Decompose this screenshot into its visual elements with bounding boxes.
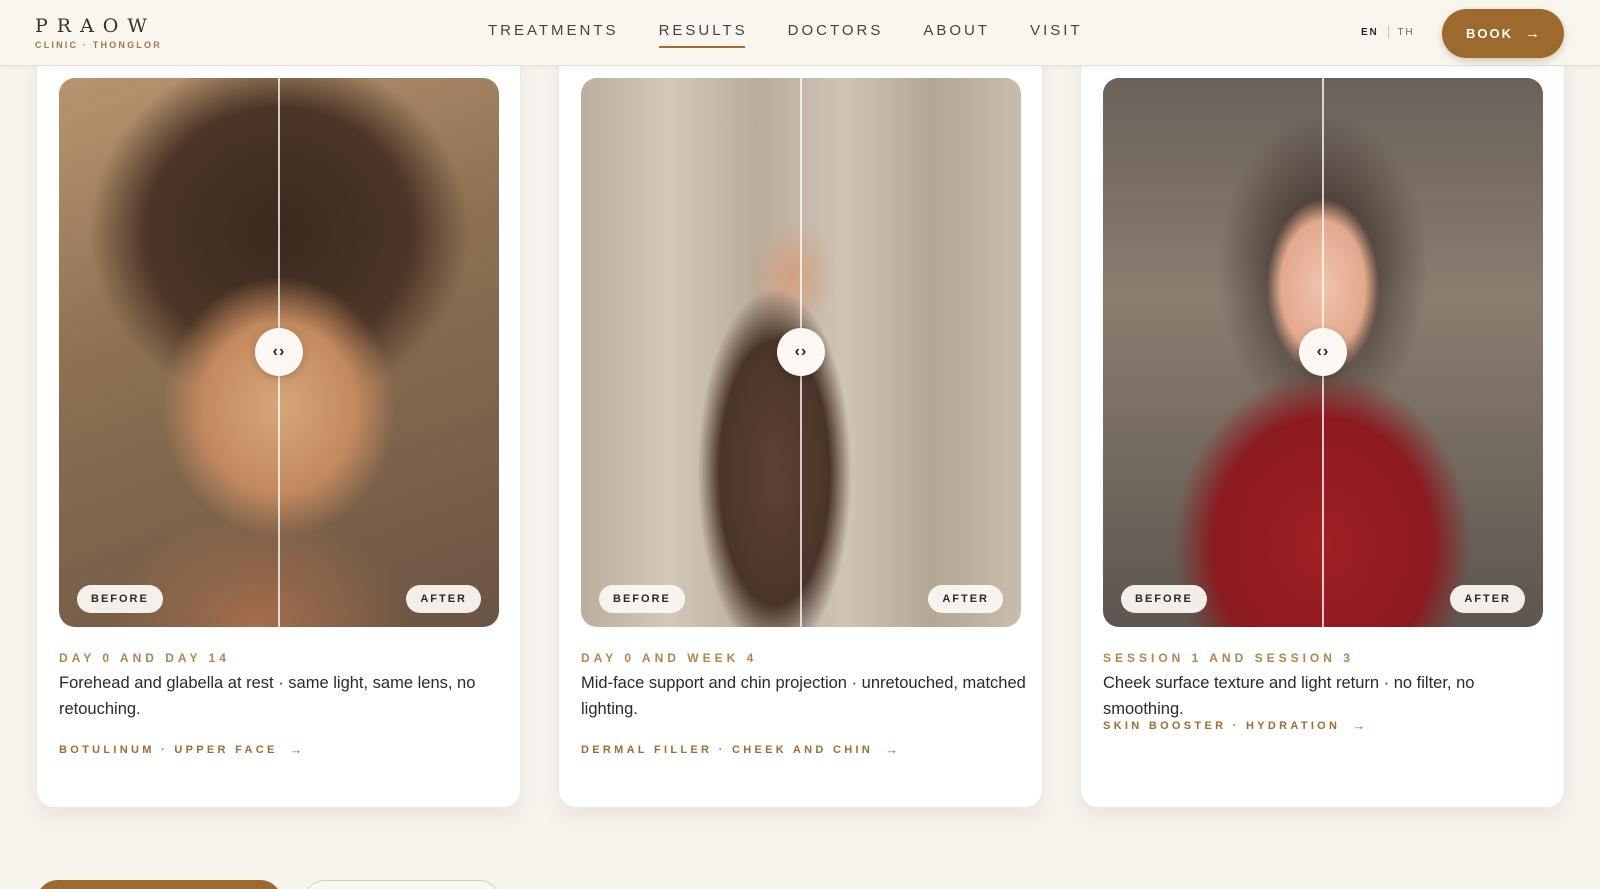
treatment-link-label: DERMAL FILLER · CHEEK AND CHIN <box>581 743 874 756</box>
chevrons-left-right-icon: ‹› <box>272 343 286 360</box>
language-switcher: EN TH <box>1361 26 1414 38</box>
treatment-link[interactable]: DERMAL FILLER · CHEEK AND CHIN → <box>581 742 898 757</box>
nav-visit[interactable]: VISIT <box>1030 22 1083 45</box>
before-tag: BEFORE <box>1121 585 1207 613</box>
result-period: DAY 0 AND DAY 14 <box>59 651 230 665</box>
arrow-right-icon: → <box>885 742 899 757</box>
result-description: Cheek surface texture and light return ·… <box>1103 674 1475 718</box>
slider-handle[interactable]: ‹› <box>777 328 825 376</box>
before-tag: BEFORE <box>77 585 163 613</box>
treatment-link[interactable]: BOTULINUM · UPPER FACE → <box>59 742 303 757</box>
result-period: DAY 0 AND WEEK 4 <box>581 651 758 665</box>
main-nav: TREATMENTS RESULTS DOCTORS ABOUT VISIT <box>488 22 1123 48</box>
nav-treatments[interactable]: TREATMENTS <box>488 22 619 45</box>
result-period: SESSION 1 AND SESSION 3 <box>1103 651 1354 665</box>
lang-th[interactable]: TH <box>1398 27 1415 38</box>
logo[interactable]: PRAOW CLINIC · THONGLOR <box>35 15 162 50</box>
book-button[interactable]: BOOK → <box>1442 9 1564 58</box>
brand-name: PRAOW <box>35 15 156 37</box>
primary-action-button[interactable] <box>36 880 282 889</box>
chevrons-left-right-icon: ‹› <box>794 343 808 360</box>
slider-handle[interactable]: ‹› <box>1299 328 1347 376</box>
arrow-right-icon: → <box>289 742 303 757</box>
result-description: Forehead and glabella at rest · same lig… <box>59 674 476 718</box>
after-tag: AFTER <box>928 585 1003 613</box>
after-tag: AFTER <box>1450 585 1525 613</box>
before-after-slider[interactable]: ‹› BEFORE AFTER <box>59 78 499 627</box>
after-tag: AFTER <box>406 585 481 613</box>
before-tag: BEFORE <box>599 585 685 613</box>
treatment-link[interactable]: SKIN BOOSTER · HYDRATION → <box>1103 718 1365 733</box>
nav-doctors[interactable]: DOCTORS <box>788 22 884 45</box>
result-card: ‹› BEFORE AFTER DAY 0 AND DAY 14 Forehea… <box>36 44 521 808</box>
arrow-right-icon: → <box>1525 25 1540 42</box>
arrow-right-icon: → <box>1352 718 1366 733</box>
secondary-action-button[interactable] <box>303 880 501 889</box>
treatment-link-label: BOTULINUM · UPPER FACE <box>59 743 278 756</box>
book-button-label: BOOK <box>1466 26 1513 41</box>
brand-subtitle: CLINIC · THONGLOR <box>35 40 162 50</box>
site-header: PRAOW CLINIC · THONGLOR TREATMENTS RESUL… <box>0 0 1600 66</box>
result-card: ‹› BEFORE AFTER SESSION 1 AND SESSION 3 … <box>1080 44 1565 808</box>
result-description: Mid-face support and chin projection · u… <box>581 674 1026 718</box>
chevrons-left-right-icon: ‹› <box>1316 343 1330 360</box>
before-after-slider[interactable]: ‹› BEFORE AFTER <box>581 78 1021 627</box>
treatment-link-label: SKIN BOOSTER · HYDRATION <box>1103 719 1341 732</box>
lang-divider <box>1387 26 1389 38</box>
nav-results[interactable]: RESULTS <box>658 22 748 48</box>
before-after-slider[interactable]: ‹› BEFORE AFTER <box>1103 78 1543 627</box>
lang-en[interactable]: EN <box>1361 27 1379 38</box>
slider-handle[interactable]: ‹› <box>255 328 303 376</box>
result-card: ‹› BEFORE AFTER DAY 0 AND WEEK 4 Mid-fac… <box>558 44 1043 808</box>
nav-about[interactable]: ABOUT <box>923 22 990 45</box>
